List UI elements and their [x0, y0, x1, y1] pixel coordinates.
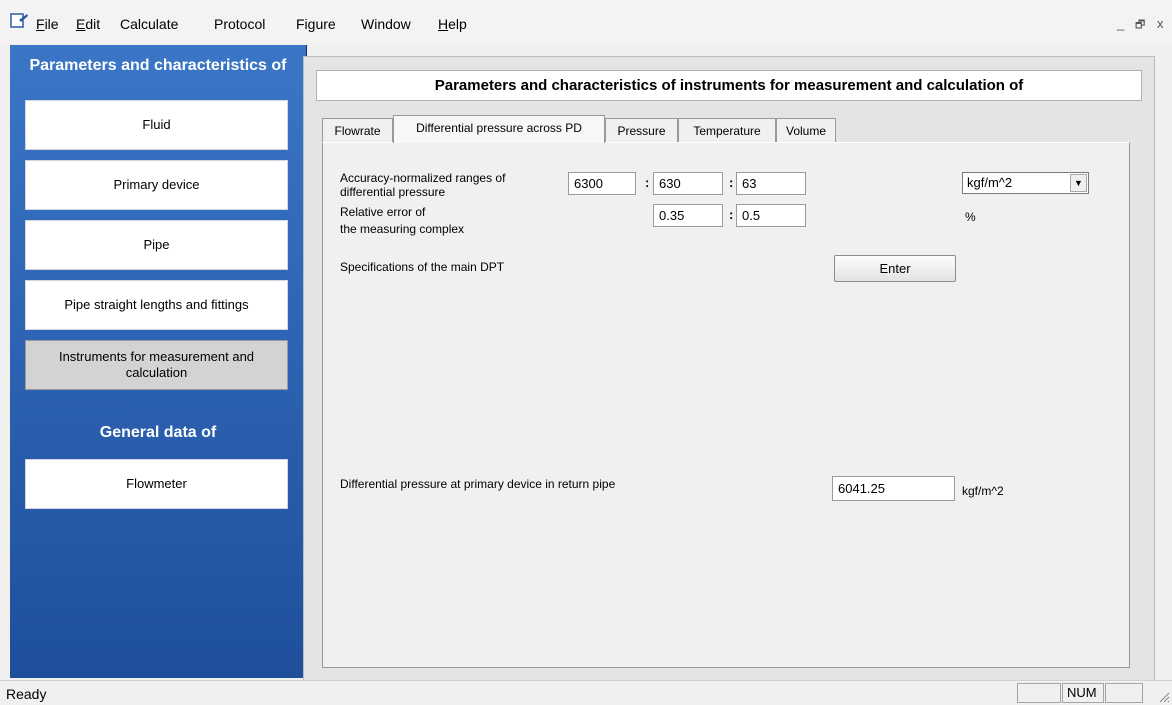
close-icon[interactable]: x [1157, 16, 1164, 31]
ranges-label: Accuracy-normalized ranges of differenti… [340, 171, 506, 199]
menu-calculate[interactable]: Calculate [120, 16, 178, 32]
resize-grip-icon[interactable] [1158, 691, 1170, 703]
dpt-specifications-label: Specifications of the main DPT [340, 260, 505, 274]
menu-file[interactable]: File [36, 16, 59, 32]
range-low-input[interactable]: 63 [736, 172, 806, 195]
app-icon [10, 13, 28, 28]
status-bar: Ready NUM [0, 680, 1172, 705]
chevron-down-icon[interactable]: ▼ [1070, 174, 1087, 192]
status-pane-empty [1017, 683, 1061, 703]
sidebar-item-flowmeter[interactable]: Flowmeter [25, 459, 288, 509]
tab-temperature[interactable]: Temperature [678, 118, 776, 142]
dp-return-pipe-input[interactable]: 6041.25 [832, 476, 955, 501]
menu-figure[interactable]: Figure [296, 16, 336, 32]
sidebar-item-label: Pipe [143, 237, 170, 252]
menu-window[interactable]: Window [361, 16, 411, 32]
sidebar-item-label: Instruments for measurement and calculat… [58, 349, 255, 380]
sidebar-heading-parameters: Parameters and characteristics of [29, 57, 287, 74]
menu-edit[interactable]: Edit [76, 16, 100, 32]
sidebar-item-label: Pipe straight lengths and fittings [64, 297, 249, 312]
sidebar-item-label: Primary device [113, 177, 200, 192]
sidebar-item-label: Fluid [142, 117, 171, 132]
error-separator: : [729, 207, 734, 222]
restore-icon[interactable]: 🗗 [1135, 16, 1145, 35]
tab-pressure[interactable]: Pressure [605, 118, 678, 142]
menu-protocol[interactable]: Protocol [214, 16, 265, 32]
sidebar-item-instruments[interactable]: Instruments for measurement and calculat… [25, 340, 288, 390]
minimize-icon[interactable]: _ [1117, 16, 1124, 31]
tab-differential-pressure[interactable]: Differential pressure across PD [393, 115, 605, 143]
error-main-input[interactable]: 0.35 [653, 204, 723, 227]
error-label-line2: the measuring complex [340, 222, 465, 236]
unit-select-value: kgf/m^2 [967, 175, 1013, 190]
error-label-line1: Relative error of [340, 205, 426, 219]
range-high-input[interactable]: 6300 [568, 172, 636, 195]
sidebar: Parameters and characteristics of Fluid … [10, 45, 307, 678]
menu-help[interactable]: Help [438, 16, 467, 32]
dp-return-pipe-label: Differential pressure at primary device … [340, 477, 616, 491]
menu-bar: File Edit Calculate Protocol Figure Wind… [0, 0, 1172, 44]
sidebar-item-pipe[interactable]: Pipe [25, 220, 288, 270]
sidebar-item-pipe-straight-lengths[interactable]: Pipe straight lengths and fittings [25, 280, 288, 330]
sidebar-item-label: Flowmeter [126, 476, 187, 491]
sidebar-item-fluid[interactable]: Fluid [25, 100, 288, 150]
error-unit-label: % [965, 210, 976, 224]
dp-unit-label: kgf/m^2 [962, 484, 1004, 498]
error-second-input[interactable]: 0.5 [736, 204, 806, 227]
range-mid-input[interactable]: 630 [653, 172, 723, 195]
tab-content [322, 142, 1130, 668]
range-separator: : [645, 175, 650, 190]
status-pane-empty [1105, 683, 1143, 703]
tab-volume[interactable]: Volume [776, 118, 836, 142]
sidebar-item-primary-device[interactable]: Primary device [25, 160, 288, 210]
tab-flowrate[interactable]: Flowrate [322, 118, 393, 142]
enter-button[interactable]: Enter [834, 255, 956, 282]
page-title: Parameters and characteristics of instru… [316, 70, 1142, 101]
status-num-indicator: NUM [1062, 683, 1104, 703]
status-text: Ready [6, 686, 47, 702]
unit-select[interactable]: kgf/m^2 ▼ [962, 172, 1089, 194]
range-separator: : [729, 175, 734, 190]
sidebar-heading-general-data: General data of [99, 424, 217, 441]
